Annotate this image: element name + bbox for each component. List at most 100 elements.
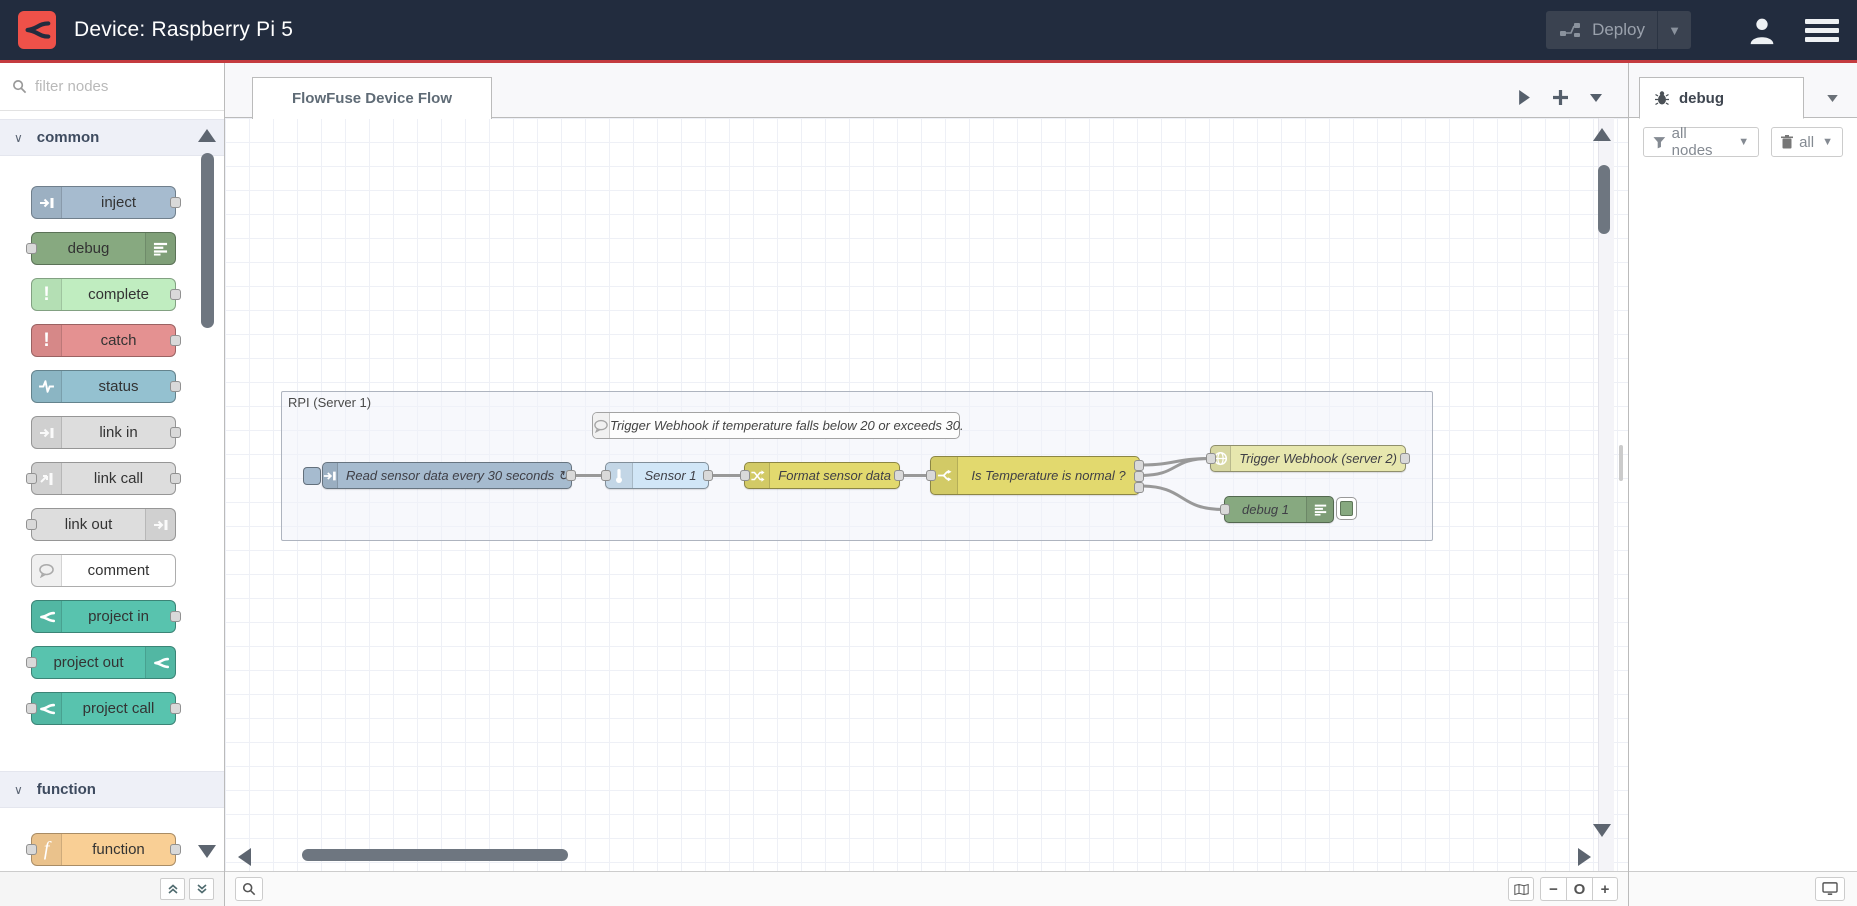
- minimap-toggle-button[interactable]: [1508, 877, 1534, 901]
- palette-node-link-in[interactable]: link in: [31, 416, 176, 449]
- node-port[interactable]: [703, 470, 713, 481]
- node-port-out-1[interactable]: [1134, 460, 1144, 471]
- caret-down-icon: ▼: [1822, 136, 1833, 148]
- canvas-scroll-up[interactable]: [1593, 128, 1611, 141]
- open-in-window-button[interactable]: [1815, 877, 1845, 901]
- palette-node-project-call[interactable]: project call: [31, 692, 176, 725]
- palette-node-comment[interactable]: comment: [31, 554, 176, 587]
- canvas-vscrollbar-thumb[interactable]: [1598, 165, 1610, 234]
- deploy-button[interactable]: Deploy ▼: [1546, 11, 1691, 49]
- node-port[interactable]: [601, 470, 611, 481]
- palette-scroll-down[interactable]: [198, 845, 216, 858]
- chevron-down-icon: ∨: [14, 783, 23, 797]
- add-flow-button[interactable]: [1542, 77, 1578, 118]
- node-port[interactable]: [170, 289, 181, 300]
- node-port[interactable]: [926, 470, 936, 481]
- switch-node[interactable]: Is Temperature is normal ?: [930, 456, 1140, 495]
- palette-expand-all-button[interactable]: [189, 878, 214, 900]
- canvas-scroll-right[interactable]: [1578, 848, 1591, 866]
- monitor-icon: [1822, 882, 1838, 896]
- palette-category-common[interactable]: ∨ common: [0, 119, 224, 156]
- node-port-out-3[interactable]: [1134, 482, 1144, 493]
- deploy-label: Deploy: [1592, 20, 1645, 40]
- http-request-node[interactable]: Trigger Webhook (server 2): [1210, 445, 1406, 472]
- outer-scrollbar-thumb[interactable]: [1619, 445, 1623, 481]
- palette-node-link-call[interactable]: link call: [31, 462, 176, 495]
- debug-icon: [145, 233, 175, 264]
- palette-node-link-out[interactable]: link out: [31, 508, 176, 541]
- page-title: Device: Raspberry Pi 5: [74, 18, 293, 42]
- deploy-options-caret[interactable]: ▼: [1657, 11, 1691, 49]
- sensor-node[interactable]: Sensor 1: [605, 462, 709, 489]
- inject-trigger-button[interactable]: [303, 467, 321, 485]
- palette-node-function[interactable]: f function: [31, 833, 176, 866]
- palette-collapse-all-button[interactable]: [160, 878, 185, 900]
- flowfuse-logo: [18, 11, 56, 49]
- node-port[interactable]: [1400, 453, 1410, 464]
- workspace: FlowFuse Device Flow RPI (Server 1): [225, 63, 1628, 906]
- palette-scroll-up[interactable]: [198, 129, 216, 142]
- flow-canvas[interactable]: RPI (Server 1) Trigger Webhook if temper…: [225, 118, 1628, 871]
- node-port[interactable]: [26, 473, 37, 484]
- node-port[interactable]: [1206, 453, 1216, 464]
- node-port[interactable]: [26, 703, 37, 714]
- comment-node[interactable]: Trigger Webhook if temperature falls bel…: [592, 412, 960, 439]
- palette-node-complete[interactable]: ! complete: [31, 278, 176, 311]
- flow-list-caret[interactable]: [1578, 77, 1614, 118]
- node-port[interactable]: [170, 844, 181, 855]
- palette-filter-input[interactable]: [35, 78, 185, 95]
- flowfuse-logo-glyph: [22, 15, 52, 45]
- node-port[interactable]: [566, 470, 576, 481]
- inject-node[interactable]: Read sensor data every 30 seconds ↻: [322, 462, 572, 489]
- node-port[interactable]: [170, 473, 181, 484]
- user-menu-button[interactable]: [1745, 13, 1779, 47]
- change-node[interactable]: Format sensor data: [744, 462, 900, 489]
- node-port[interactable]: [170, 611, 181, 622]
- canvas-scroll-left[interactable]: [238, 848, 251, 866]
- node-port[interactable]: [170, 197, 181, 208]
- project-out-icon: [145, 647, 175, 678]
- node-port[interactable]: [26, 657, 37, 668]
- node-port[interactable]: [26, 519, 37, 530]
- canvas-hscrollbar-thumb[interactable]: [302, 849, 568, 861]
- next-tab-button[interactable]: [1506, 77, 1542, 118]
- sidebar-tabs-caret[interactable]: [1815, 77, 1849, 119]
- palette-scrollbar-thumb[interactable]: [201, 153, 214, 328]
- zoom-out-button[interactable]: −: [1540, 877, 1566, 901]
- main-menu-button[interactable]: [1805, 15, 1839, 46]
- palette-category-function[interactable]: ∨ function: [0, 771, 224, 808]
- node-port[interactable]: [170, 381, 181, 392]
- user-icon: [1745, 13, 1779, 47]
- debug-node[interactable]: debug 1: [1224, 496, 1334, 523]
- palette-node-debug[interactable]: debug: [31, 232, 176, 265]
- node-port[interactable]: [894, 470, 904, 481]
- debug-filter-button[interactable]: all nodes ▼: [1643, 127, 1759, 157]
- node-port-out-2[interactable]: [1134, 471, 1144, 482]
- tab-flowfuse-device-flow[interactable]: FlowFuse Device Flow: [252, 77, 492, 119]
- zoom-in-button[interactable]: +: [1592, 877, 1618, 901]
- debug-enable-toggle[interactable]: [1336, 497, 1357, 520]
- node-port[interactable]: [170, 427, 181, 438]
- node-port[interactable]: [1220, 504, 1230, 515]
- canvas-search-button[interactable]: [235, 877, 263, 901]
- tab-debug[interactable]: debug: [1639, 77, 1804, 119]
- magnifier-icon: [12, 79, 27, 94]
- palette-filter-row: [0, 63, 224, 111]
- node-port[interactable]: [170, 335, 181, 346]
- palette-node-inject[interactable]: inject: [31, 186, 176, 219]
- palette-node-status[interactable]: status: [31, 370, 176, 403]
- comment-bubble-icon: [593, 413, 610, 438]
- canvas-scroll-down[interactable]: [1593, 824, 1611, 837]
- zoom-reset-button[interactable]: O: [1566, 877, 1592, 901]
- sidebar-footer: [1629, 871, 1857, 906]
- node-port[interactable]: [26, 243, 37, 254]
- link-out-icon: [145, 509, 175, 540]
- palette-node-catch[interactable]: ! catch: [31, 324, 176, 357]
- palette-node-project-out[interactable]: project out: [31, 646, 176, 679]
- palette-node-project-in[interactable]: project in: [31, 600, 176, 633]
- debug-clear-button[interactable]: all ▼: [1771, 127, 1843, 157]
- node-port[interactable]: [170, 703, 181, 714]
- palette-node-list: inject debug ! complete ! catch: [0, 156, 224, 771]
- node-port[interactable]: [740, 470, 750, 481]
- node-port[interactable]: [26, 844, 37, 855]
